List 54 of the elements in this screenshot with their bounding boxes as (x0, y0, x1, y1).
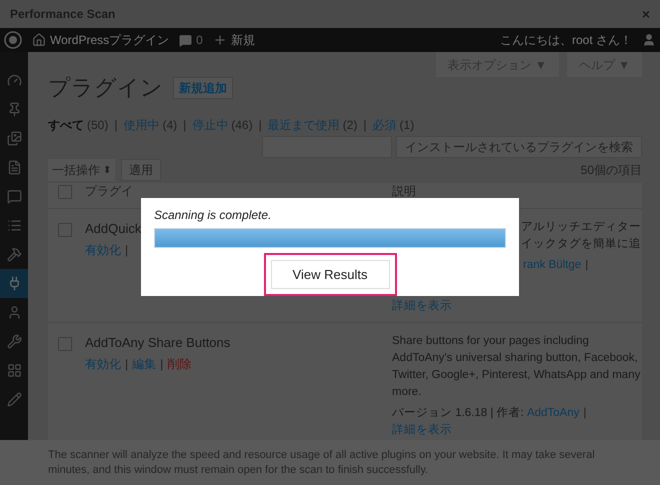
filter-link[interactable]: 停止中 (192, 116, 228, 134)
plugin-name: AddQuick (85, 220, 142, 238)
separator: | (160, 356, 164, 372)
new-link[interactable]: 新規 (230, 31, 255, 49)
hammer-icon (6, 247, 22, 262)
plus-icon[interactable] (212, 33, 227, 47)
pencil-icon (6, 392, 22, 407)
separator: | (125, 242, 128, 258)
close-button[interactable]: × (642, 7, 650, 21)
plugin-action-link[interactable]: 編集 (132, 354, 156, 372)
author-link[interactable]: AddToAny (526, 407, 580, 419)
author-link[interactable]: rank Bültge (523, 257, 582, 274)
speech-bubble-icon (6, 189, 22, 204)
filter-link[interactable]: 必須 (372, 116, 397, 134)
details-link[interactable]: 詳細を表示 (392, 298, 452, 315)
separator: | (258, 117, 262, 134)
plugin-description: アルリッチエディター (521, 220, 641, 235)
grid-icon (6, 363, 22, 378)
separator: | (114, 117, 118, 134)
wrench-icon (6, 334, 22, 349)
filter-link[interactable]: 使用中 (123, 116, 160, 134)
list-icon (6, 218, 22, 233)
pin-icon (6, 102, 22, 117)
separator: | (583, 407, 586, 419)
filter-link[interactable]: すべて (48, 116, 84, 134)
avatar-icon[interactable] (642, 33, 656, 47)
scan-status: Scanning is complete. (154, 207, 272, 224)
greeting[interactable]: こんにちは、root さん！ (500, 31, 632, 49)
comment-icon[interactable] (179, 34, 192, 46)
sidebar-item[interactable] (0, 269, 28, 298)
separator: | (363, 117, 367, 134)
separator: | (183, 117, 186, 134)
separator: | (585, 258, 588, 273)
plugin-description: Share buttons for your pages including AddToAny's universal sharing button, Facebook, Twitter, Google+, Pinterest, WhatsApp and many more. (392, 334, 642, 400)
plugin-action-link[interactable]: 有効化 (85, 240, 121, 258)
comment-count: 0 (196, 32, 203, 49)
plugin-action-link[interactable]: 削除 (167, 354, 192, 372)
home-icon[interactable] (32, 33, 46, 47)
plugin-description: イックタグを簡単に追 (521, 236, 641, 252)
pages-icon (6, 160, 22, 175)
caret-icon: ⬍ (103, 162, 111, 178)
view-results-button[interactable]: View Results (270, 260, 390, 289)
site-link[interactable]: WordPressプラグイン (50, 31, 170, 49)
separator: | (125, 356, 128, 372)
add-new-button[interactable]: 新規追加 (173, 76, 233, 98)
plugin-name: AddToAny Share Buttons (85, 334, 232, 352)
details-link[interactable]: 詳細を表示 (392, 422, 452, 439)
plugin-action-link[interactable]: 有効化 (85, 354, 121, 372)
gauge-icon (6, 73, 22, 88)
images-icon (6, 131, 22, 146)
plugin-version: バージョン 1.6.18 | 作者: (392, 407, 525, 419)
filter-link[interactable]: 最近まで使用 (268, 116, 340, 134)
person-icon (6, 305, 22, 320)
logo-icon[interactable] (4, 31, 22, 49)
